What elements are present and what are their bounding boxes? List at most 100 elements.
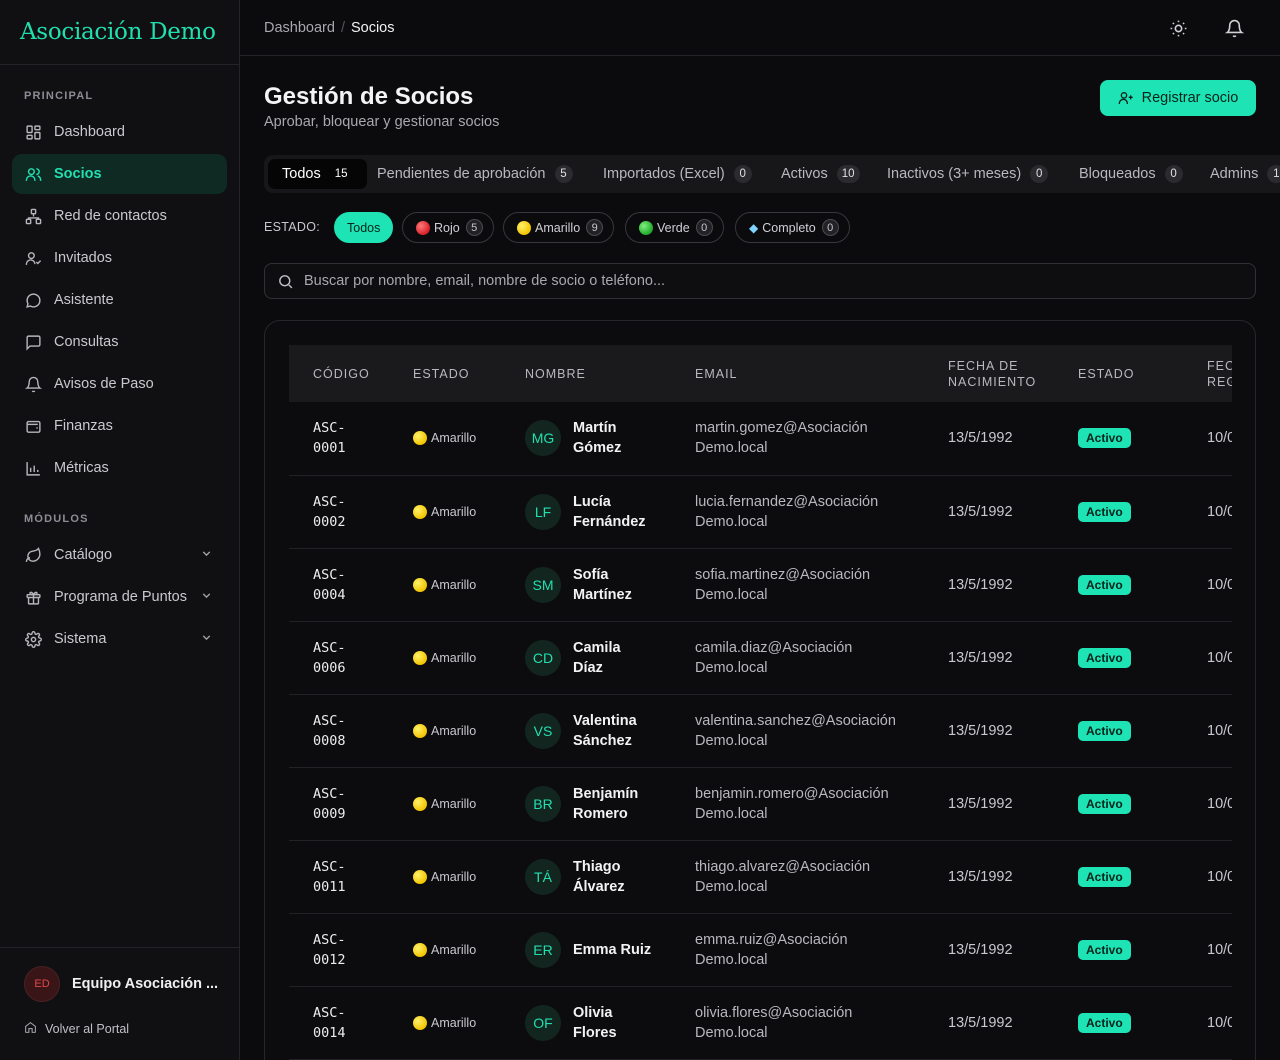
- semaforo-cell: Amarillo: [389, 694, 501, 767]
- notifications-bell-icon[interactable]: [1223, 17, 1245, 39]
- tab-todos[interactable]: Todos 15: [268, 159, 367, 189]
- filter-chip-completo[interactable]: ◆ Completo 0: [735, 212, 850, 243]
- tab-pendientes[interactable]: Pendientes de aprobación 5: [377, 159, 573, 189]
- sidebar-item-programa-de-puntos[interactable]: Programa de Puntos: [12, 577, 227, 617]
- column-header-email[interactable]: EMAIL: [671, 345, 924, 402]
- code-part: ASC-: [313, 639, 346, 656]
- back-to-portal-link[interactable]: Volver al Portal: [24, 1021, 129, 1037]
- sidebar-item-avisos-de-paso[interactable]: Avisos de Paso: [12, 364, 227, 404]
- sidebar-item-sistema[interactable]: Sistema: [12, 619, 227, 659]
- breadcrumb-dashboard[interactable]: Dashboard: [264, 20, 335, 36]
- column-header-semaforo[interactable]: ESTADO: [389, 345, 501, 402]
- code-part: ASC-: [313, 420, 346, 437]
- code-part: ASC-: [313, 566, 346, 583]
- member-name[interactable]: Thiago Álvarez: [573, 857, 653, 897]
- status-badge: Activo: [1078, 574, 1131, 595]
- avatar: MG: [525, 420, 561, 457]
- sidebar-item-dashboard[interactable]: Dashboard: [12, 112, 227, 152]
- table-row[interactable]: ASC- 0009 Amarillo BR Benjamín Romero benjamin…: [289, 767, 1232, 840]
- sidebar-item-metricas[interactable]: Métricas: [12, 448, 227, 488]
- filter-chip-amarillo[interactable]: Amarillo 9: [503, 212, 615, 243]
- code-part: 0012: [313, 951, 346, 968]
- code-part: ASC-: [313, 931, 346, 948]
- email-part: Demo.local: [695, 586, 768, 603]
- column-header-birthdate[interactable]: FECHA DE NACIMIENTO: [924, 345, 1054, 402]
- semaforo-cell: Amarillo: [389, 621, 501, 694]
- registration-date: 10/0: [1207, 430, 1232, 447]
- name-cell: CD Camila Díaz: [501, 621, 671, 694]
- member-name[interactable]: Olivia Flores: [573, 1003, 653, 1043]
- code-part: 0009: [313, 805, 346, 822]
- tab-activos[interactable]: Activos 10: [781, 159, 860, 189]
- sidebar-item-asistente[interactable]: Asistente: [12, 280, 227, 320]
- column-header-registration-date[interactable]: FECHA DEREGISTRO: [1183, 345, 1232, 402]
- table-row[interactable]: ASC- 0004 Amarillo SM Sofía Martínez sofia.mar…: [289, 548, 1232, 621]
- table-row[interactable]: ASC- 0014 Amarillo OF Olivia Flores olivia.flo…: [289, 986, 1232, 1059]
- member-name[interactable]: Emma Ruiz: [573, 940, 653, 960]
- avatar: LF: [525, 493, 561, 530]
- email-part: Demo.local: [695, 659, 768, 676]
- back-to-portal-label: Volver al Portal: [45, 1022, 130, 1036]
- theme-toggle-sun-icon[interactable]: [1167, 17, 1189, 39]
- column-header-status[interactable]: ESTADO: [1054, 345, 1183, 402]
- semaforo-badge: Amarillo: [413, 575, 501, 595]
- filter-chip-rojo[interactable]: Rojo 5: [402, 212, 494, 243]
- table-row[interactable]: ASC- 0012 Amarillo ER Emma Ruiz emma.ruiz@Aso…: [289, 913, 1232, 986]
- column-header-code[interactable]: CÓDIGO: [289, 345, 389, 402]
- tab-label: Bloqueados: [1079, 166, 1156, 182]
- email-part: Demo.local: [695, 732, 768, 749]
- column-header-name[interactable]: NOMBRE: [501, 345, 671, 402]
- members-table-scroll[interactable]: CÓDIGO ESTADO NOMBRE EMAIL FECHA DE NACIM…: [289, 345, 1232, 1060]
- name-cell: BR Benjamín Romero: [501, 767, 671, 840]
- green-circle-icon: [639, 220, 653, 235]
- register-member-button[interactable]: Registrar socio: [1100, 80, 1256, 116]
- search-input[interactable]: [304, 273, 1204, 289]
- message-square-icon: [24, 333, 42, 351]
- tab-bloqueados[interactable]: Bloqueados 0: [1079, 159, 1183, 189]
- filter-chip-todos[interactable]: Todos: [334, 212, 394, 243]
- tab-inactivos[interactable]: Inactivos (3+ meses) 0: [887, 159, 1049, 189]
- table-row[interactable]: ASC- 0001 Amarillo MG Martín Gómez martin.gome…: [289, 402, 1232, 475]
- member-name[interactable]: Camila Díaz: [573, 638, 653, 678]
- user-profile[interactable]: ED Equipo Asociación ...: [24, 966, 218, 1002]
- sidebar-item-invitados[interactable]: Invitados: [12, 238, 227, 278]
- breadcrumb-separator: /: [340, 19, 345, 36]
- email-part: thiago.alvarez@Asociación: [695, 858, 871, 875]
- table-row[interactable]: ASC- 0006 Amarillo CD Camila Díaz camila.diaz@…: [289, 621, 1232, 694]
- yellow-circle-icon: [413, 504, 427, 519]
- wallet-icon: [24, 417, 42, 435]
- sidebar-item-catalogo[interactable]: Catálogo: [12, 535, 227, 575]
- tab-count: 0: [1164, 165, 1183, 183]
- sidebar-item-label: Socios: [54, 166, 102, 182]
- member-name[interactable]: Valentina Sánchez: [573, 711, 653, 751]
- first-name: Benjamín: [573, 785, 639, 802]
- semaforo-badge: Amarillo: [413, 940, 501, 960]
- filter-chip-verde[interactable]: Verde 0: [625, 212, 724, 243]
- sidebar-item-red-de-contactos[interactable]: Red de contactos: [12, 196, 227, 236]
- brand-logo[interactable]: Asociación Demo: [0, 0, 239, 65]
- sidebar-item-label: Sistema: [54, 631, 107, 647]
- last-name: Gómez: [573, 440, 622, 457]
- tab-importados[interactable]: Importados (Excel) 0: [603, 159, 752, 189]
- birth-date: 13/5/1992: [948, 722, 1013, 739]
- email-part: Demo.local: [695, 1024, 768, 1041]
- registration-date: 10/0: [1207, 503, 1232, 520]
- member-email: valentina.sanchez@Asociación Demo.local: [671, 694, 924, 767]
- table-row[interactable]: ASC- 0002 Amarillo LF Lucía Fernández lucia.fe…: [289, 475, 1232, 548]
- sidebar-item-finanzas[interactable]: Finanzas: [12, 406, 227, 446]
- table-row[interactable]: ASC- 0011 Amarillo TÁ Thiago Álvarez thiago.al…: [289, 840, 1232, 913]
- table-row[interactable]: ASC- 0008 Amarillo VS Valentina Sánchez valent…: [289, 694, 1232, 767]
- bell-icon: [24, 375, 42, 393]
- sidebar-item-consultas[interactable]: Consultas: [12, 322, 227, 362]
- member-name[interactable]: Sofía Martínez: [573, 565, 653, 605]
- code-part: 0008: [313, 732, 346, 749]
- code-part: ASC-: [313, 1004, 346, 1021]
- member-name[interactable]: Lucía Fernández: [573, 492, 653, 532]
- tab-admins[interactable]: Admins 1: [1210, 159, 1280, 189]
- member-name[interactable]: Martín Gómez: [573, 418, 653, 458]
- member-name[interactable]: Benjamín Romero: [573, 784, 653, 824]
- sidebar-item-socios[interactable]: Socios: [12, 154, 227, 194]
- semaforo-label: Amarillo: [431, 431, 477, 446]
- last-name: Sánchez: [573, 732, 632, 749]
- semaforo-label: Amarillo: [431, 650, 477, 665]
